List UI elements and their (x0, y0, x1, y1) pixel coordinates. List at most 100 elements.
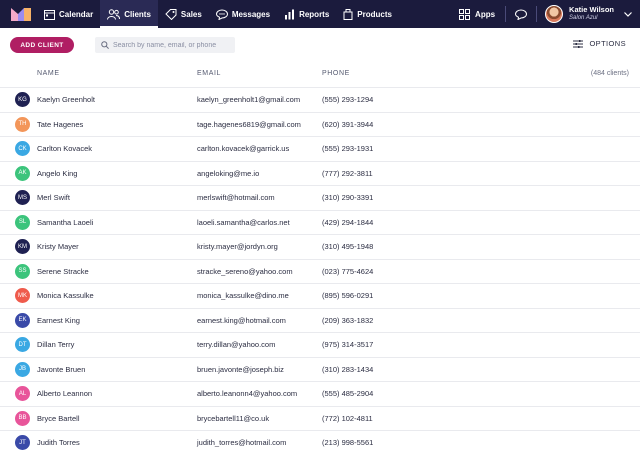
table-row[interactable]: KG Kaelyn Greenholt kaelyn_greenholt1@gmai… (0, 87, 640, 112)
search-icon (101, 41, 109, 49)
nav-sales-label: Sales (180, 9, 202, 19)
table-row[interactable]: EK Earnest King earnest.king@hotmail.com (2… (0, 307, 640, 333)
client-phone: (777) 292-3811 (322, 168, 373, 178)
avatar: JT (15, 435, 30, 451)
avatar: KG (15, 92, 30, 108)
nav-reports[interactable]: Reports (277, 0, 336, 28)
products-icon (343, 8, 353, 20)
nav-sales[interactable]: Sales (158, 0, 209, 28)
table-header: NAME EMAIL PHONE (484 clients) (0, 66, 640, 84)
client-email: stracke_sereno@yahoo.com (197, 266, 293, 276)
client-email: monica_kassulke@dino.me (197, 291, 289, 301)
client-phone: (975) 314-3517 (322, 340, 374, 350)
avatar: AK (15, 165, 30, 181)
avatar: MK (15, 288, 30, 304)
client-name: Carlton Kovacek (37, 144, 93, 154)
table-row[interactable]: AK Angelo King angeloking@me.io (777) 292-3… (0, 160, 640, 186)
client-email: brycebartell11@co.uk (197, 413, 270, 423)
client-name: Monica Kassulke (37, 291, 94, 301)
client-phone: (213) 998-5561 (322, 438, 374, 448)
client-phone: (209) 363-1832 (322, 315, 374, 325)
nav-messages-label: Messages (231, 9, 271, 19)
client-phone: (429) 294-1844 (322, 217, 374, 227)
client-phone: (310) 290-3391 (322, 193, 374, 203)
client-name: Angelo King (37, 168, 78, 178)
client-email: laoeli.samantha@carlos.net (197, 217, 290, 227)
client-phone: (023) 775-4624 (322, 266, 374, 276)
client-email: tage.hagenes6819@gmail.com (197, 119, 301, 129)
client-phone: (895) 596-0291 (322, 291, 374, 301)
client-email: terry.dillan@yahoo.com (197, 340, 276, 350)
tag-icon (165, 8, 177, 20)
client-phone: (555) 293-1931 (322, 144, 374, 154)
search-box[interactable] (95, 37, 235, 53)
client-email: bruen.javonte@joseph.biz (197, 364, 284, 374)
apps-button[interactable]: Apps (449, 8, 505, 20)
column-header-name[interactable]: NAME (37, 70, 60, 77)
table-row[interactable]: JB Javonte Bruen bruen.javonte@joseph.biz (… (0, 356, 640, 382)
table-row[interactable]: AL Alberto Leannon alberto.leanonn4@yahoo.… (0, 381, 640, 406)
table-row[interactable]: JT Judith Torres judith_torres@hotmail.com… (0, 430, 640, 455)
client-email: kristy.mayer@jordyn.org (197, 242, 278, 252)
table-row[interactable]: CK Carlton Kovacek carlton.kovacek@garrick… (0, 136, 640, 161)
client-email: judith_torres@hotmail.com (197, 438, 287, 448)
avatar: CK (15, 141, 30, 157)
reports-icon (285, 9, 295, 19)
clients-icon (107, 8, 121, 20)
client-phone: (555) 485-2904 (322, 389, 374, 399)
table-row[interactable]: BB Bryce Bartell brycebartell11@co.uk (772)… (0, 405, 640, 431)
avatar: MS (15, 190, 30, 206)
chat-button[interactable] (506, 0, 536, 28)
column-header-phone[interactable]: PHONE (322, 70, 350, 77)
client-phone: (555) 293-1294 (322, 95, 374, 105)
table-row[interactable]: SS Serene Stracke stracke_sereno@yahoo.com… (0, 258, 640, 284)
chat-icon (515, 8, 528, 20)
avatar: DT (15, 337, 30, 353)
column-header-email[interactable]: EMAIL (197, 70, 221, 77)
table-row[interactable]: MS Merl Swift merlswift@hotmail.com (310) 2… (0, 185, 640, 210)
client-name: Alberto Leannon (37, 389, 93, 399)
table-row[interactable]: SL Samantha Laoeli laoeli.samantha@carlos.… (0, 209, 640, 235)
table-row[interactable]: KM Kristy Mayer kristy.mayer@jordyn.org (31… (0, 234, 640, 259)
client-list: KG Kaelyn Greenholt kaelyn_greenholt1@gmai… (0, 87, 640, 455)
avatar: JB (15, 361, 30, 377)
nav-messages[interactable]: Messages (209, 0, 277, 28)
options-label: OPTIONS (589, 39, 626, 48)
add-client-button[interactable]: ADD CLIENT (10, 37, 74, 53)
nav-clients[interactable]: Clients (100, 0, 158, 28)
user-avatar (545, 5, 564, 23)
table-row[interactable]: DT Dillan Terry terry.dillan@yahoo.com (975… (0, 332, 640, 357)
salon-name: Salon Azul (569, 15, 598, 21)
nav-calendar-label: Calendar (59, 9, 94, 19)
client-phone: (620) 391-3944 (322, 119, 374, 129)
avatar: AL (15, 386, 30, 402)
table-row[interactable]: TH Tate Hagenes tage.hagenes6819@gmail.com… (0, 111, 640, 137)
avatar: EK (15, 312, 30, 328)
client-name: Javonte Bruen (37, 364, 86, 374)
client-count: (484 clients) (590, 70, 629, 77)
calendar-icon (44, 9, 55, 20)
options-button[interactable]: OPTIONS (573, 39, 626, 48)
avatar: BB (15, 410, 30, 426)
search-input[interactable] (113, 41, 233, 49)
user-name: Katie Wilson (569, 5, 614, 14)
client-name: Earnest King (37, 315, 80, 325)
grid-icon (459, 8, 471, 20)
client-email: alberto.leanonn4@yahoo.com (197, 389, 298, 399)
client-email: earnest.king@hotmail.com (197, 315, 286, 325)
avatar: SL (15, 214, 30, 230)
client-phone: (310) 283-1434 (322, 364, 374, 374)
user-menu[interactable]: Katie Wilson Salon Azul (537, 5, 640, 23)
client-name: Serene Stracke (37, 266, 89, 276)
table-row[interactable]: MK Monica Kassulke monica_kassulke@dino.me… (0, 283, 640, 308)
nav-reports-label: Reports (299, 9, 330, 19)
nav-products[interactable]: Products (336, 0, 399, 28)
client-phone: (772) 102-4811 (322, 413, 373, 423)
app-logo[interactable] (11, 7, 31, 21)
messages-icon (215, 8, 228, 20)
nav-calendar[interactable]: Calendar (37, 0, 100, 28)
chevron-down-icon (624, 11, 632, 17)
top-nav: Calendar Clients Sales Messages Reports (0, 0, 640, 28)
nav-products-label: Products (357, 9, 392, 19)
client-name: Kristy Mayer (37, 242, 79, 252)
